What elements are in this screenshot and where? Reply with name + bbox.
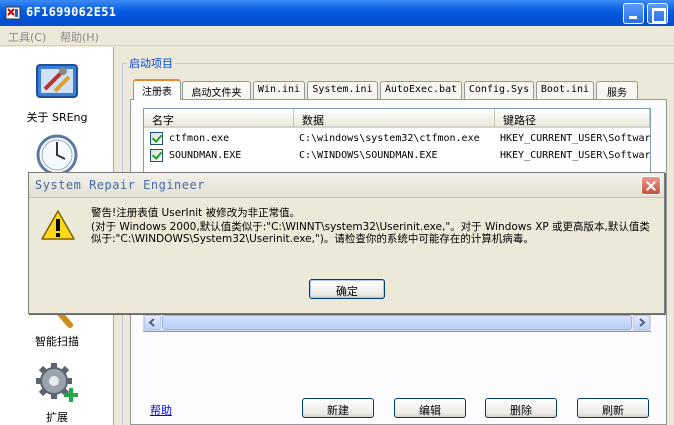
window-title: 6F1699062E51 <box>26 5 117 19</box>
group-title: 启动项目 <box>127 55 175 71</box>
menu-tools[interactable]: 工具(C) <box>8 29 46 45</box>
nav-label-smart-scan: 智能扫描 <box>35 335 79 348</box>
ok-button[interactable]: 确定 <box>309 279 385 299</box>
menu-bar: 工具(C) 帮助(H) <box>0 26 674 46</box>
nav-label-about: 关于 SREng <box>26 111 88 124</box>
column-header-name[interactable]: 名字 <box>144 109 294 128</box>
refresh-button[interactable]: 刷新 <box>577 398 649 418</box>
tab-autoexec-bat[interactable]: AutoExec.bat <box>380 81 462 99</box>
dialog-title: System Repair Engineer <box>35 178 205 192</box>
nav-label-extend: 扩展 <box>46 411 68 424</box>
table-row[interactable]: SOUNDMAN.EXE C:\WINDOWS\SOUNDMAN.EXE HKE… <box>144 147 650 164</box>
cell-data: C:\windows\system32\ctfmon.exe <box>299 133 480 144</box>
help-link[interactable]: 帮助 <box>150 402 172 418</box>
title-bar: 6F1699062E51 <box>0 0 674 26</box>
chevron-left-icon <box>148 318 155 327</box>
warning-dialog: System Repair Engineer 警告!注册表值 UserInit … <box>28 172 665 314</box>
cell-name: SOUNDMAN.EXE <box>169 150 242 161</box>
tab-startup-folder[interactable]: 启动文件夹 <box>182 81 251 99</box>
warning-icon <box>41 210 75 240</box>
gear-plus-icon <box>36 363 78 402</box>
chevron-right-icon <box>639 318 646 327</box>
nav-item-extend[interactable]: 扩展 <box>0 361 114 425</box>
column-header-key-path[interactable]: 键路径 <box>495 109 650 128</box>
clock-icon <box>36 134 78 176</box>
minimize-button[interactable] <box>623 3 644 24</box>
cell-key-path: HKEY_CURRENT_USER\Softwar <box>500 133 650 144</box>
dialog-close-button[interactable] <box>641 176 661 195</box>
row-checkbox[interactable] <box>150 149 163 162</box>
new-button[interactable]: 新建 <box>302 398 374 418</box>
dialog-title-bar: System Repair Engineer <box>29 173 664 198</box>
horizontal-scrollbar[interactable] <box>143 314 651 331</box>
delete-button[interactable]: 删除 <box>485 398 557 418</box>
scroll-right-button[interactable] <box>633 315 650 330</box>
table-row[interactable]: ctfmon.exe C:\windows\system32\ctfmon.ex… <box>144 130 650 147</box>
nav-item-smart-scan[interactable]: 智能扫描 <box>0 309 114 349</box>
tab-win-ini[interactable]: Win.ini <box>253 81 305 99</box>
cell-name: ctfmon.exe <box>169 133 230 144</box>
scroll-left-button[interactable] <box>144 315 161 330</box>
row-checkbox[interactable] <box>150 132 163 145</box>
dialog-message-warning: 警告!注册表值 UserInit 被修改为非正常值。 <box>91 207 301 219</box>
cell-key-path: HKEY_CURRENT_USER\Softwar <box>500 150 650 161</box>
tab-registry[interactable]: 注册表 <box>133 79 181 100</box>
nav-item-clock[interactable] <box>0 133 114 177</box>
tab-services[interactable]: 服务 <box>596 81 638 99</box>
menu-help[interactable]: 帮助(H) <box>60 29 99 45</box>
tab-config-sys[interactable]: Config.Sys <box>464 81 534 99</box>
scroll-thumb[interactable] <box>162 315 632 330</box>
tools-app-icon <box>5 6 21 20</box>
dialog-message: 警告!注册表值 UserInit 被修改为非正常值。 (对于 Windows 2… <box>91 207 657 246</box>
tab-system-ini[interactable]: System.ini <box>307 81 378 99</box>
tab-boot-ini[interactable]: Boot.ini <box>536 81 594 99</box>
dialog-message-detail: (对于 Windows 2000,默认值类似于:"C:\WINNT\system… <box>91 220 650 246</box>
edit-button[interactable]: 编辑 <box>394 398 466 418</box>
cell-data: C:\WINDOWS\SOUNDMAN.EXE <box>299 150 438 161</box>
toolbox-icon <box>36 64 78 98</box>
group-border <box>122 63 674 64</box>
nav-item-about[interactable]: 关于 SREng <box>0 57 114 127</box>
column-header-data[interactable]: 数据 <box>294 109 495 128</box>
maximize-button[interactable] <box>647 3 668 24</box>
